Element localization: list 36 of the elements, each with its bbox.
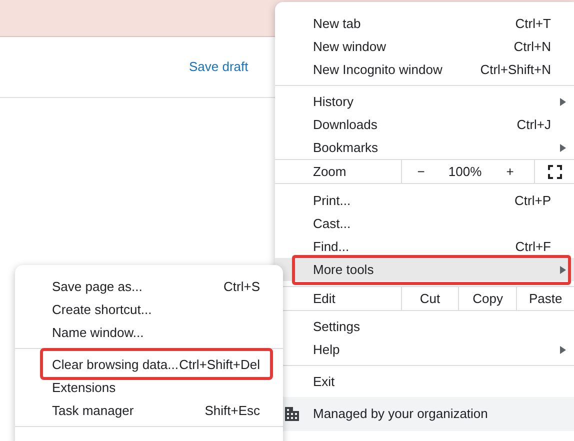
menu-item[interactable]: New window Ctrl+N bbox=[275, 35, 574, 58]
caret-icon bbox=[560, 98, 566, 106]
edit-button[interactable]: Copy bbox=[458, 287, 516, 310]
menu-item[interactable]: Find... Ctrl+F bbox=[275, 235, 574, 258]
menu-item[interactable]: New tab Ctrl+T bbox=[275, 12, 574, 35]
edit-button[interactable]: Paste bbox=[516, 287, 574, 310]
menu-label: Edit bbox=[312, 290, 336, 308]
caret-icon bbox=[560, 266, 566, 274]
shortcut-text: Shift+Esc bbox=[204, 402, 260, 420]
menu-item[interactable]: Print... Ctrl+P bbox=[275, 189, 574, 212]
shortcut-text: Ctrl+P bbox=[514, 192, 551, 210]
shortcut-text: Ctrl+Shift+N bbox=[480, 60, 551, 79]
building-icon bbox=[285, 407, 299, 421]
shortcut-text: Ctrl+N bbox=[514, 38, 551, 56]
menu-item[interactable]: History bbox=[275, 90, 574, 113]
zoom-value: 100% bbox=[447, 162, 483, 181]
menu-item[interactable]: More tools bbox=[275, 258, 574, 281]
zoom-in-button[interactable]: + bbox=[490, 162, 530, 182]
menu-item[interactable]: Downloads Ctrl+J bbox=[275, 113, 574, 136]
fullscreen-icon bbox=[548, 164, 562, 178]
menu-item[interactable]: Create shortcut... bbox=[15, 298, 283, 321]
menu-item[interactable]: Bookmarks bbox=[275, 136, 574, 159]
zoom-out-button[interactable]: − bbox=[402, 162, 440, 182]
edit-button[interactable]: Cut bbox=[400, 287, 458, 310]
shortcut-text: Ctrl+F bbox=[515, 238, 551, 256]
menu-item[interactable]: New Incognito window Ctrl+Shift+N bbox=[275, 58, 574, 81]
caret-icon bbox=[560, 346, 566, 354]
shortcut-text: Ctrl+J bbox=[516, 116, 551, 134]
toolbar-link[interactable]: Save draft bbox=[189, 57, 248, 77]
caret-icon bbox=[560, 144, 566, 152]
menu-item[interactable]: Cast... bbox=[275, 212, 574, 235]
shortcut-text: Ctrl+T bbox=[515, 14, 551, 33]
shortcut-text: Ctrl+S bbox=[224, 278, 260, 296]
menu-label: Zoom bbox=[312, 162, 348, 181]
menu-item[interactable]: Extensions bbox=[15, 376, 283, 399]
shortcut-text: Ctrl+Shift+Del bbox=[179, 356, 260, 374]
